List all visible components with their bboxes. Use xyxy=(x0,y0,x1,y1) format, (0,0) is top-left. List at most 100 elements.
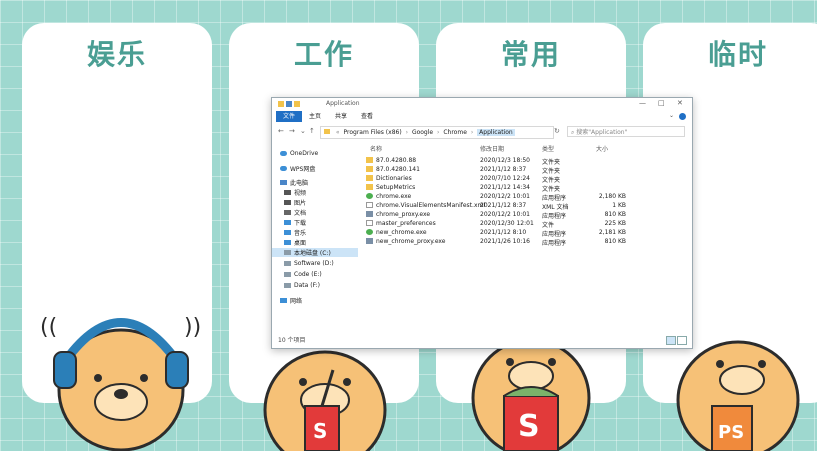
address-bar[interactable]: « Program Files (x86) › Google › Chrome … xyxy=(320,126,554,139)
large-icons-view-icon[interactable] xyxy=(677,336,687,345)
file-name: chrome_proxy.exe xyxy=(376,211,431,218)
chevron-right-icon: › xyxy=(405,129,409,136)
nav-label: 文档 xyxy=(294,210,307,217)
column-header-date[interactable]: 修改日期 xyxy=(480,144,504,153)
breadcrumb-google[interactable]: Google xyxy=(412,129,433,136)
nav-item-documents[interactable]: 文档 xyxy=(284,208,306,217)
column-header-type[interactable]: 类型 xyxy=(542,144,554,153)
tab-home[interactable]: 主页 xyxy=(302,111,328,122)
nav-item-videos[interactable]: 视频 xyxy=(284,188,306,197)
nav-label: 此电脑 xyxy=(290,180,309,187)
table-row[interactable]: master_preferences 2020/12/30 12:01 文件 2… xyxy=(362,219,692,229)
ribbon-tabs: 文件 主页 共享 查看 xyxy=(272,111,692,122)
file-size: 1 KB xyxy=(612,202,626,209)
nav-item-downloads[interactable]: 下载 xyxy=(284,218,306,227)
new-folder-icon[interactable] xyxy=(294,101,300,107)
table-row[interactable]: chrome.exe 2020/12/2 10:01 应用程序 2,180 KB xyxy=(362,192,692,202)
svg-text:((: (( xyxy=(40,315,57,340)
nav-item-code-e[interactable]: Code (E:) xyxy=(284,271,322,278)
table-row[interactable]: 87.0.4280.88 2020/12/3 18:50 文件夹 xyxy=(362,156,692,166)
nav-item-onedrive[interactable]: OneDrive xyxy=(280,150,318,157)
breadcrumb-application[interactable]: Application xyxy=(477,129,515,136)
file-size: 2,181 KB xyxy=(598,229,626,236)
nav-item-data-f[interactable]: Data (F:) xyxy=(284,282,320,289)
nav-item-music[interactable]: 音乐 xyxy=(284,228,306,237)
recent-chevron-icon[interactable]: ⌄ xyxy=(300,127,306,135)
file-name: new_chrome.exe xyxy=(376,229,427,236)
breadcrumb-program-files[interactable]: Program Files (x86) xyxy=(344,129,402,136)
nav-label: Data (F:) xyxy=(294,282,320,289)
file-list: 名称 修改日期 类型 大小 87.0.4280.88 2020/12/3 18:… xyxy=(362,142,692,332)
close-button[interactable]: ✕ xyxy=(677,99,683,107)
nav-item-desktop[interactable]: 桌面 xyxy=(284,238,306,247)
computer-icon xyxy=(280,180,287,185)
nav-item-this-pc[interactable]: 此电脑 xyxy=(280,178,308,187)
title-bar[interactable]: Application — □ ✕ xyxy=(272,98,692,110)
tab-file[interactable]: 文件 xyxy=(276,111,303,122)
nav-label: WPS网盘 xyxy=(290,166,316,173)
forward-arrow-icon[interactable]: → xyxy=(289,127,295,135)
file-date: 2021/1/12 8:10 xyxy=(480,229,527,236)
file-date: 2021/1/26 10:16 xyxy=(480,238,530,245)
file-date: 2020/7/10 12:24 xyxy=(480,175,530,182)
exe-icon xyxy=(366,238,373,244)
table-row[interactable]: SetupMetrics 2021/1/12 14:34 文件夹 xyxy=(362,183,692,193)
tab-share[interactable]: 共享 xyxy=(328,111,354,122)
table-row[interactable]: new_chrome_proxy.exe 2021/1/26 10:16 应用程… xyxy=(362,237,692,247)
folder-icon xyxy=(366,184,373,190)
table-row[interactable]: new_chrome.exe 2021/1/12 8:10 应用程序 2,181… xyxy=(362,228,692,238)
file-name: Dictionaries xyxy=(376,175,412,182)
file-name: master_preferences xyxy=(376,220,436,227)
file-name: chrome.exe xyxy=(376,193,412,200)
nav-item-network[interactable]: 网络 xyxy=(280,296,302,305)
status-item-count: 10 个项目 xyxy=(278,337,306,344)
back-arrow-icon[interactable]: ← xyxy=(278,127,284,135)
chevron-right-icon: › xyxy=(470,129,474,136)
save-icon[interactable] xyxy=(286,101,292,107)
svg-text:S: S xyxy=(518,409,540,444)
bear-headphones-illustration: (( )) xyxy=(40,315,201,451)
overflow-crumb[interactable]: « xyxy=(334,129,342,136)
table-row[interactable]: Dictionaries 2020/7/10 12:24 文件夹 xyxy=(362,174,692,184)
column-header-size[interactable]: 大小 xyxy=(596,144,608,153)
file-name: new_chrome_proxy.exe xyxy=(376,238,446,245)
drive-icon xyxy=(284,261,291,266)
file-date: 2020/12/2 10:01 xyxy=(480,211,530,218)
file-explorer-window[interactable]: Application — □ ✕ 文件 主页 共享 查看 ⌄ ← → ⌄ ↑ … xyxy=(271,97,693,349)
nav-item-pictures[interactable]: 图片 xyxy=(284,198,306,207)
file-date: 2020/12/30 12:01 xyxy=(480,220,534,227)
file-name: SetupMetrics xyxy=(376,184,416,191)
quick-access-toolbar[interactable] xyxy=(278,101,300,107)
refresh-icon[interactable]: ↻ xyxy=(554,127,560,135)
maximize-button[interactable]: □ xyxy=(658,99,665,107)
tab-view[interactable]: 查看 xyxy=(354,111,380,122)
column-header-name[interactable]: 名称 xyxy=(370,144,382,153)
folder-icon xyxy=(324,129,330,134)
nav-label: 视频 xyxy=(294,190,307,197)
table-row[interactable]: 87.0.4280.141 2021/1/12 8:37 文件夹 xyxy=(362,165,692,175)
table-row[interactable]: chrome.VisualElementsManifest.xml 2021/1… xyxy=(362,201,692,211)
exe-icon xyxy=(366,211,373,217)
nav-label: Code (E:) xyxy=(294,271,322,278)
nav-label: 图片 xyxy=(294,200,307,207)
file-icon xyxy=(366,220,373,226)
search-placeholder: 搜索"Application" xyxy=(576,129,628,136)
up-arrow-icon[interactable]: ↑ xyxy=(309,127,315,135)
folder-icon xyxy=(366,157,373,163)
svg-text:PS: PS xyxy=(718,422,744,443)
address-row: ← → ⌄ ↑ « Program Files (x86) › Google ›… xyxy=(272,125,692,139)
help-icon[interactable] xyxy=(679,113,686,120)
network-icon xyxy=(280,298,287,303)
breadcrumb-chrome[interactable]: Chrome xyxy=(443,129,467,136)
search-input[interactable]: ⌕ 搜索"Application" xyxy=(567,126,685,137)
table-row[interactable]: chrome_proxy.exe 2020/12/2 10:01 应用程序 81… xyxy=(362,210,692,220)
nav-item-software-d[interactable]: Software (D:) xyxy=(284,260,334,267)
details-view-icon[interactable] xyxy=(666,336,676,345)
nav-item-wps-cloud[interactable]: WPS网盘 xyxy=(280,164,315,173)
nav-label: 下载 xyxy=(294,220,307,227)
file-size: 2,180 KB xyxy=(598,193,626,200)
nav-item-local-disk-c[interactable]: 本地磁盘 (C:) xyxy=(272,248,358,257)
folder-icon xyxy=(366,175,373,181)
minimize-button[interactable]: — xyxy=(639,99,646,107)
expand-ribbon-chevron-icon[interactable]: ⌄ xyxy=(669,112,674,119)
